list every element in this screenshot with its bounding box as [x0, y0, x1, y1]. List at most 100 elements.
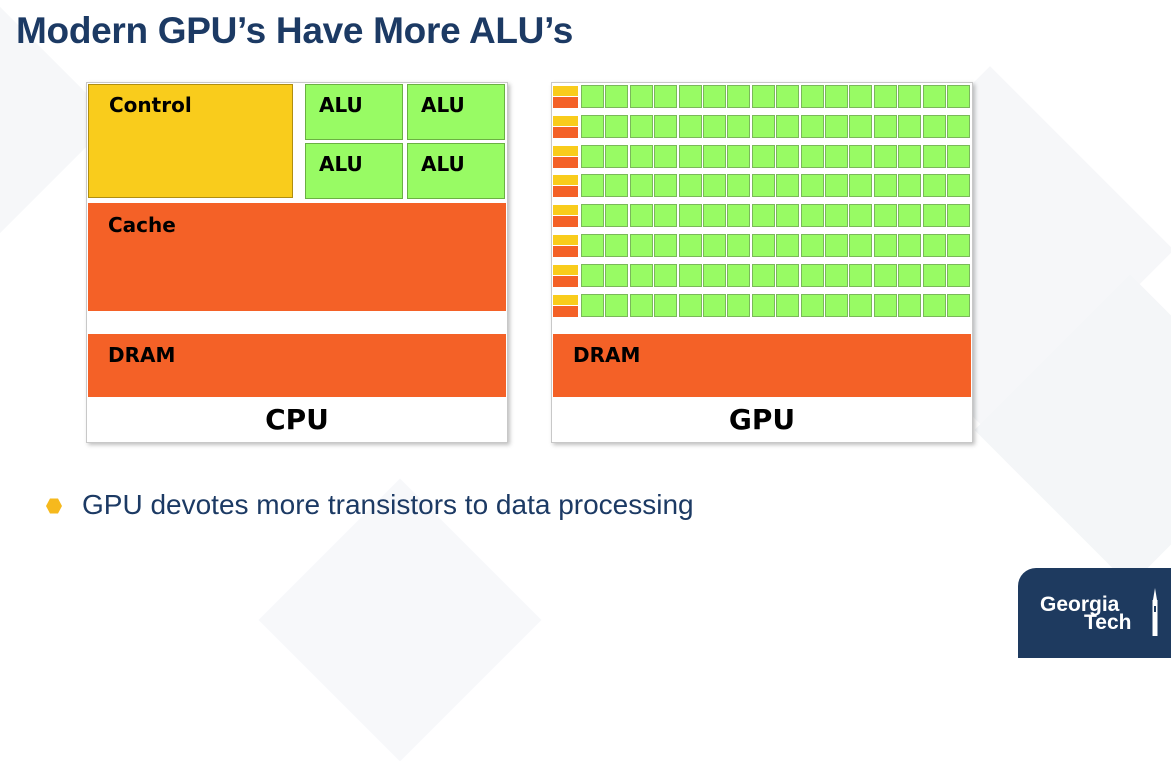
gpu-control-cell: [553, 235, 578, 245]
alu-label: ALU: [421, 152, 465, 176]
cpu-alu-block: ALU: [407, 84, 505, 140]
gpu-alu-cell: [678, 263, 702, 287]
gpu-alu-cell: [947, 263, 970, 287]
gpu-alu-cell: [727, 293, 751, 317]
gpu-alu-cell: [922, 234, 946, 257]
gpu-alu-cell: [947, 293, 970, 317]
alu-label: ALU: [319, 152, 363, 176]
gpu-alu-cell: [898, 293, 922, 317]
cpu-control-block: Control: [88, 84, 293, 198]
gpu-alu-cell: [873, 204, 897, 228]
gpu-alu-cell: [654, 263, 678, 287]
cpu-diagram: Control ALU ALU ALU ALU Cache DRAM CPU: [86, 82, 508, 443]
gpu-alu-cell: [800, 293, 824, 317]
bullet-icon: [46, 498, 62, 514]
gpu-alu-cell: [776, 85, 800, 108]
gpu-alu-cell: [678, 174, 702, 198]
gpu-alu-cell: [898, 85, 922, 108]
gpu-cache-cell: [553, 156, 578, 168]
gpu-alu-cell: [922, 293, 946, 317]
gpu-control-cell: [553, 264, 578, 275]
gpu-alu-cell: [703, 263, 726, 287]
gpu-alu-cell: [727, 144, 751, 168]
gpu-alu-cell: [654, 174, 678, 198]
gpu-alu-cell: [849, 144, 873, 168]
gpu-alu-cell: [751, 263, 775, 287]
gpu-alu-cell: [678, 85, 702, 108]
dram-label: DRAM: [108, 343, 176, 367]
gpu-alu-cell: [800, 114, 824, 138]
gpu-alu-cell: [898, 204, 922, 228]
gpu-alu-cell: [581, 293, 604, 317]
cpu-alu-block: ALU: [305, 84, 403, 140]
alu-label: ALU: [421, 93, 465, 117]
bullet-text: GPU devotes more transistors to data pro…: [82, 489, 694, 520]
gpu-alu-cell: [751, 85, 775, 108]
gpu-alu-cell: [654, 85, 678, 108]
gpu-alu-cell: [825, 114, 848, 138]
gpu-alu-cell: [678, 144, 702, 168]
gpu-alu-cell: [800, 85, 824, 108]
gpu-alu-cell: [605, 114, 629, 138]
gpu-alu-cell: [581, 144, 604, 168]
slide-title: Modern GPU’s Have More ALU’s: [16, 10, 573, 51]
gpu-alu-cell: [629, 114, 653, 138]
gpu-row: [552, 293, 972, 320]
logo-line-2: Tech: [1084, 611, 1132, 634]
gpu-alu-cell: [629, 174, 653, 198]
georgia-tech-logo: Georgia Tech: [1018, 568, 1171, 658]
gpu-alu-cell: [776, 263, 800, 287]
alu-label: ALU: [319, 93, 363, 117]
gpu-alu-cell: [605, 263, 629, 287]
gpu-alu-cell: [605, 144, 629, 168]
gpu-cache-cell: [553, 186, 578, 198]
gpu-alu-cell: [776, 204, 800, 228]
gpu-alu-cell: [849, 85, 873, 108]
gpu-alu-cell: [922, 263, 946, 287]
gpu-row: [552, 263, 972, 290]
gpu-alu-cell: [800, 174, 824, 198]
gpu-alu-cell: [751, 293, 775, 317]
gpu-alu-cell: [825, 85, 848, 108]
gpu-alu-cell: [947, 234, 970, 257]
gpu-alu-cell: [947, 144, 970, 168]
gpu-alu-cell: [581, 114, 604, 138]
cpu-cache-block: Cache: [88, 203, 506, 311]
cpu-label: CPU: [265, 403, 329, 436]
gpu-row: [552, 233, 972, 260]
gpu-diagram: DRAM GPU: [551, 82, 973, 443]
gpu-alu-cell: [898, 174, 922, 198]
gpu-alu-cell: [703, 85, 726, 108]
gpu-label: GPU: [728, 403, 796, 436]
gpu-alu-cell: [703, 293, 726, 317]
gpu-alu-cell: [654, 234, 678, 257]
gpu-alu-cell: [629, 234, 653, 257]
gpu-alu-cell: [800, 263, 824, 287]
gpu-alu-cell: [605, 234, 629, 257]
gpu-row: [552, 144, 972, 171]
gpu-alu-cell: [776, 234, 800, 257]
gpu-alu-cell: [776, 114, 800, 138]
gpu-alu-cell: [849, 263, 873, 287]
gpu-alu-cell: [727, 114, 751, 138]
gpu-alu-cell: [605, 293, 629, 317]
gpu-alu-cell: [898, 144, 922, 168]
gpu-alu-cell: [581, 174, 604, 198]
gpu-alu-cell: [703, 144, 726, 168]
gpu-cache-cell: [553, 246, 578, 257]
gpu-row: [552, 114, 972, 141]
gpu-alu-cell: [678, 234, 702, 257]
gpu-alu-cell: [678, 204, 702, 228]
gpu-alu-cell: [727, 234, 751, 257]
gpu-alu-cell: [581, 204, 604, 228]
gpu-cache-cell: [553, 126, 578, 138]
gpu-alu-cell: [800, 204, 824, 228]
control-label: Control: [109, 93, 192, 117]
gpu-alu-cell: [922, 174, 946, 198]
gpu-alu-cell: [629, 204, 653, 228]
gpu-row: [552, 203, 972, 230]
gpu-alu-cell: [898, 114, 922, 138]
gpu-alu-cell: [776, 293, 800, 317]
gpu-cache-cell: [553, 97, 578, 108]
gpu-alu-cell: [678, 293, 702, 317]
